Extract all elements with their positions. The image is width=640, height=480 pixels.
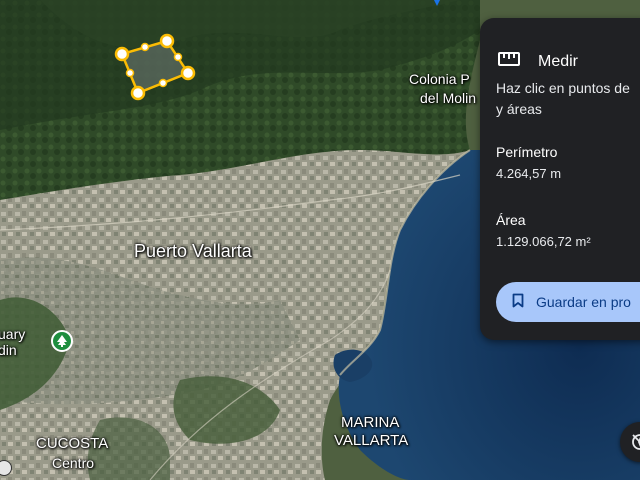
centro-label: Centro: [52, 455, 95, 471]
perimeter-value: 4.264,57 m: [496, 166, 562, 181]
area-value: 1.129.066,72 m²: [496, 234, 591, 249]
colonia-label-line2: del Molin: [420, 90, 477, 106]
park-label-line2: din: [0, 342, 17, 358]
marina-label-line2: VALLARTA: [334, 432, 409, 449]
colonia-label-line1: Colonia P: [409, 71, 470, 87]
save-to-project-button[interactable]: Guardar en pro: [496, 282, 640, 322]
marina-label-line1: MARINA: [341, 414, 400, 431]
city-label: Puerto Vallarta: [134, 241, 252, 261]
save-button-label: Guardar en pro: [536, 294, 631, 310]
panel-description: Haz clic en puntos de y áreas: [496, 78, 640, 120]
location-pin-icon[interactable]: [431, 0, 443, 6]
measure-panel-header: Medir: [498, 52, 578, 71]
park-label-line1: uary: [0, 326, 26, 342]
ruler-icon: [498, 52, 520, 71]
panel-title: Medir: [538, 52, 579, 70]
perimeter-label: Perímetro: [496, 144, 558, 160]
description-line1: Haz clic en puntos de: [496, 80, 630, 96]
park-tree-icon[interactable]: [51, 330, 73, 352]
area-label: Área: [496, 212, 526, 228]
measure-panel: Medir Haz clic en puntos de y áreas Perí…: [480, 18, 640, 340]
cucosta-label: CUCOSTA: [36, 435, 109, 452]
description-line2: y áreas: [496, 101, 542, 117]
bookmark-icon: [512, 293, 524, 311]
